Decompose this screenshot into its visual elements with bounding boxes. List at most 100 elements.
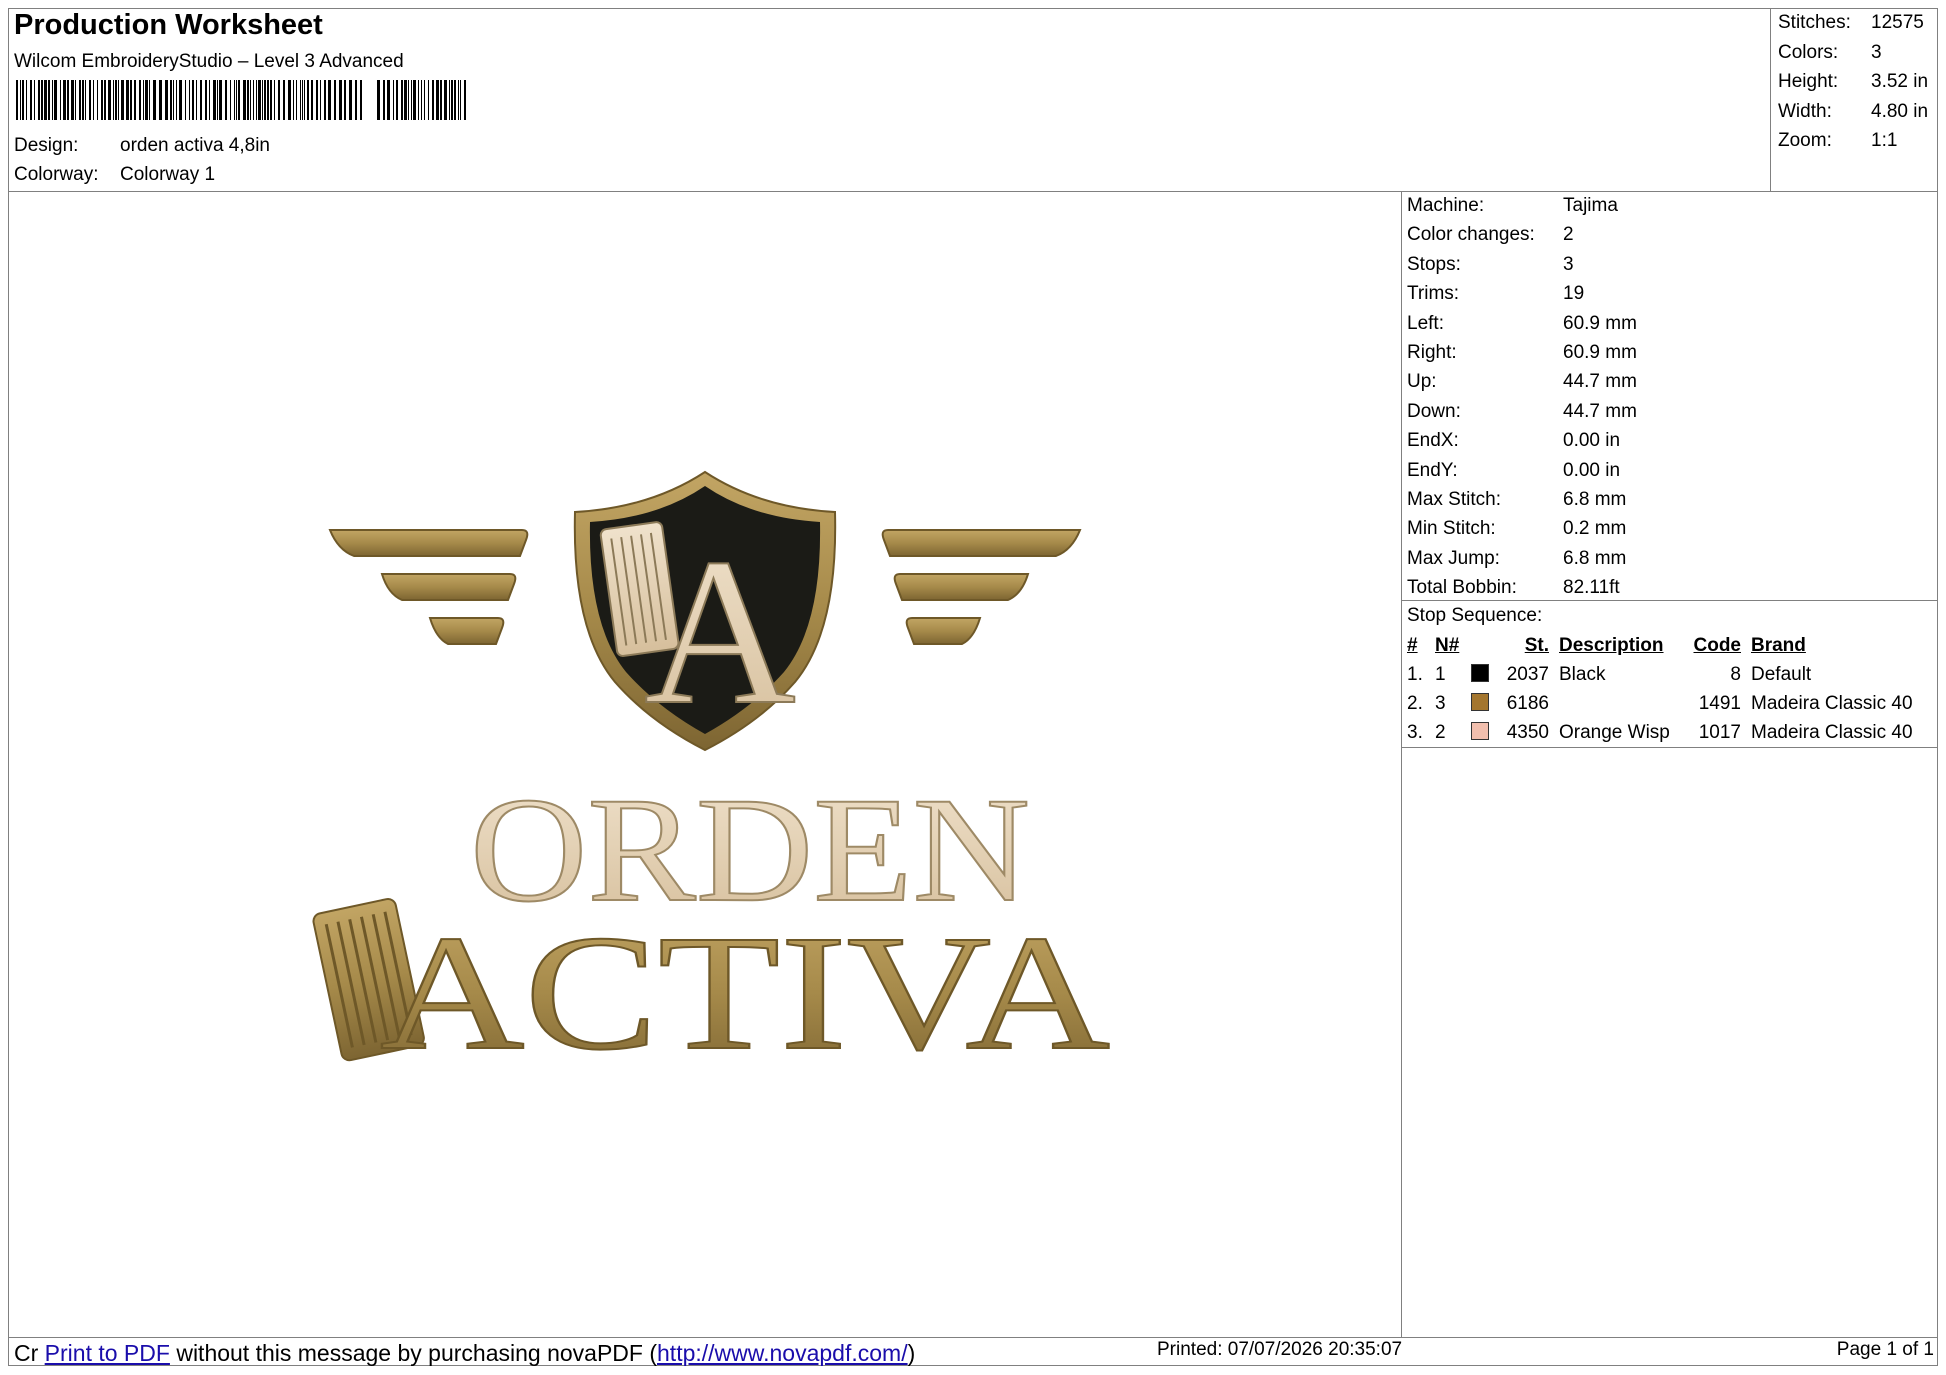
barcode-bar — [396, 80, 398, 120]
barcode-bar — [432, 80, 434, 120]
col-n: N# — [1435, 635, 1460, 656]
stat-label: Colors: — [1778, 41, 1839, 63]
barcode-bar — [304, 80, 305, 120]
stop-divider-bottom — [1401, 747, 1938, 748]
barcode-bar — [404, 80, 407, 120]
barcode-bar — [428, 80, 429, 120]
cell-description: Orange Wisp — [1559, 722, 1670, 743]
stat-label: Zoom: — [1778, 130, 1832, 151]
barcode-bar — [344, 80, 346, 120]
stat-value: 1:1 — [1871, 130, 1898, 151]
barcode-bar — [176, 80, 177, 120]
printed-timestamp: Printed: 07/07/2026 20:35:07 — [1157, 1339, 1403, 1360]
barcode-bar — [283, 80, 285, 120]
barcode-bar — [189, 80, 190, 120]
barcode-bar — [454, 80, 456, 120]
info-label: Total Bobbin: — [1407, 577, 1517, 599]
stats-box: Stitches: 12575 Colors: 3 Height: 3.52 in W… — [1778, 8, 1928, 156]
barcode-bar — [30, 80, 32, 120]
barcode-bar — [270, 80, 272, 120]
print-to-pdf-link[interactable]: Print to PDF — [45, 1340, 170, 1366]
cell-brand: Default — [1751, 664, 1812, 685]
col-description: Description — [1559, 635, 1664, 656]
barcode-bar — [296, 80, 297, 120]
stop-sequence-title: Stop Sequence: — [1407, 605, 1543, 626]
cell-num: 3. — [1407, 722, 1423, 743]
info-value: 6.8 mm — [1563, 547, 1627, 569]
barcode-bar — [63, 80, 66, 120]
footer-middle: without this message by purchasing novaP… — [169, 1340, 658, 1366]
barcode-bar — [421, 80, 422, 120]
barcode-bar — [16, 80, 18, 120]
stat-value: 4.80 in — [1871, 100, 1929, 122]
info-value: 2 — [1563, 224, 1574, 246]
stat-zoom: Zoom: 1:1 — [1778, 126, 1928, 156]
stat-width: Width: 4.80 in — [1778, 97, 1928, 127]
barcode-bar — [436, 80, 439, 120]
footer-divider — [8, 1337, 1938, 1338]
barcode-bar — [213, 80, 216, 120]
barcode-bar — [79, 80, 81, 120]
barcode-bar — [360, 80, 362, 120]
novapdf-link[interactable]: http://www.novapdf.com/ — [657, 1340, 908, 1366]
barcode-bar — [113, 80, 114, 120]
info-label: Trims: — [1407, 283, 1460, 305]
barcode-bar — [115, 80, 117, 120]
barcode-bar — [101, 80, 103, 120]
barcode-bar — [145, 80, 148, 120]
info-row: Max Jump: 6.8 mm — [1407, 544, 1637, 573]
stats-divider — [1770, 8, 1771, 191]
col-num: # — [1407, 635, 1418, 656]
info-label: Right: — [1407, 341, 1457, 363]
barcode-bar — [302, 80, 303, 120]
stat-stitches: Stitches: 12575 — [1778, 8, 1928, 38]
software-name: Wilcom EmbroideryStudio – Level 3 Advanc… — [14, 51, 404, 72]
cell-description: Black — [1559, 664, 1606, 685]
info-label: Left: — [1407, 312, 1444, 334]
barcode-bar — [75, 80, 76, 120]
cell-n: 3 — [1435, 693, 1446, 714]
info-row: Trims: 19 — [1407, 279, 1637, 308]
barcode-bar — [41, 80, 43, 120]
barcode-bar — [165, 80, 168, 120]
barcode-bar — [339, 80, 342, 120]
right-wing-icon — [881, 529, 1082, 645]
barcode-bar — [67, 80, 69, 120]
barcode-bar — [134, 80, 136, 120]
barcode-bar — [93, 80, 94, 120]
design-row: Design: orden activa 4,8in — [14, 135, 270, 157]
barcode-bar — [104, 80, 106, 120]
info-divider — [1401, 191, 1402, 1337]
info-row: Up: 44.7 mm — [1407, 367, 1637, 396]
table-row: 2. 3 6186 1491 Madeira Classic 40 — [1407, 689, 1913, 718]
stat-height: Height: 3.52 in — [1778, 67, 1928, 97]
shield-icon: A — [573, 470, 837, 752]
info-label: Down: — [1407, 400, 1461, 422]
barcode-bar — [258, 80, 261, 120]
cell-n: 2 — [1435, 722, 1446, 743]
barcode-bar — [355, 80, 357, 120]
info-row: Min Stitch: 0.2 mm — [1407, 514, 1637, 543]
info-row: Max Stitch: 6.8 mm — [1407, 485, 1637, 514]
cell-num: 1. — [1407, 664, 1423, 685]
barcode-bar — [236, 80, 237, 120]
barcode-bar — [20, 80, 21, 120]
barcode-bar — [449, 80, 450, 120]
barcode-bar — [234, 80, 235, 120]
color-swatch — [1471, 722, 1489, 740]
stat-label: Width: — [1778, 100, 1832, 122]
barcode-bar — [230, 80, 231, 120]
info-label: Min Stitch: — [1407, 518, 1496, 540]
barcode — [16, 80, 466, 120]
shield-letter: A — [644, 516, 796, 748]
barcode-bar — [349, 80, 352, 120]
barcode-bar — [250, 80, 251, 120]
info-value: 82.11ft — [1563, 577, 1620, 599]
info-label: EndY: — [1407, 459, 1458, 481]
colorway-label: Colorway: — [14, 164, 99, 185]
barcode-bar — [324, 80, 326, 120]
barcode-bar — [48, 80, 50, 120]
barcode-bar — [52, 80, 53, 120]
barcode-bar — [458, 80, 459, 120]
barcode-bar — [377, 80, 380, 120]
